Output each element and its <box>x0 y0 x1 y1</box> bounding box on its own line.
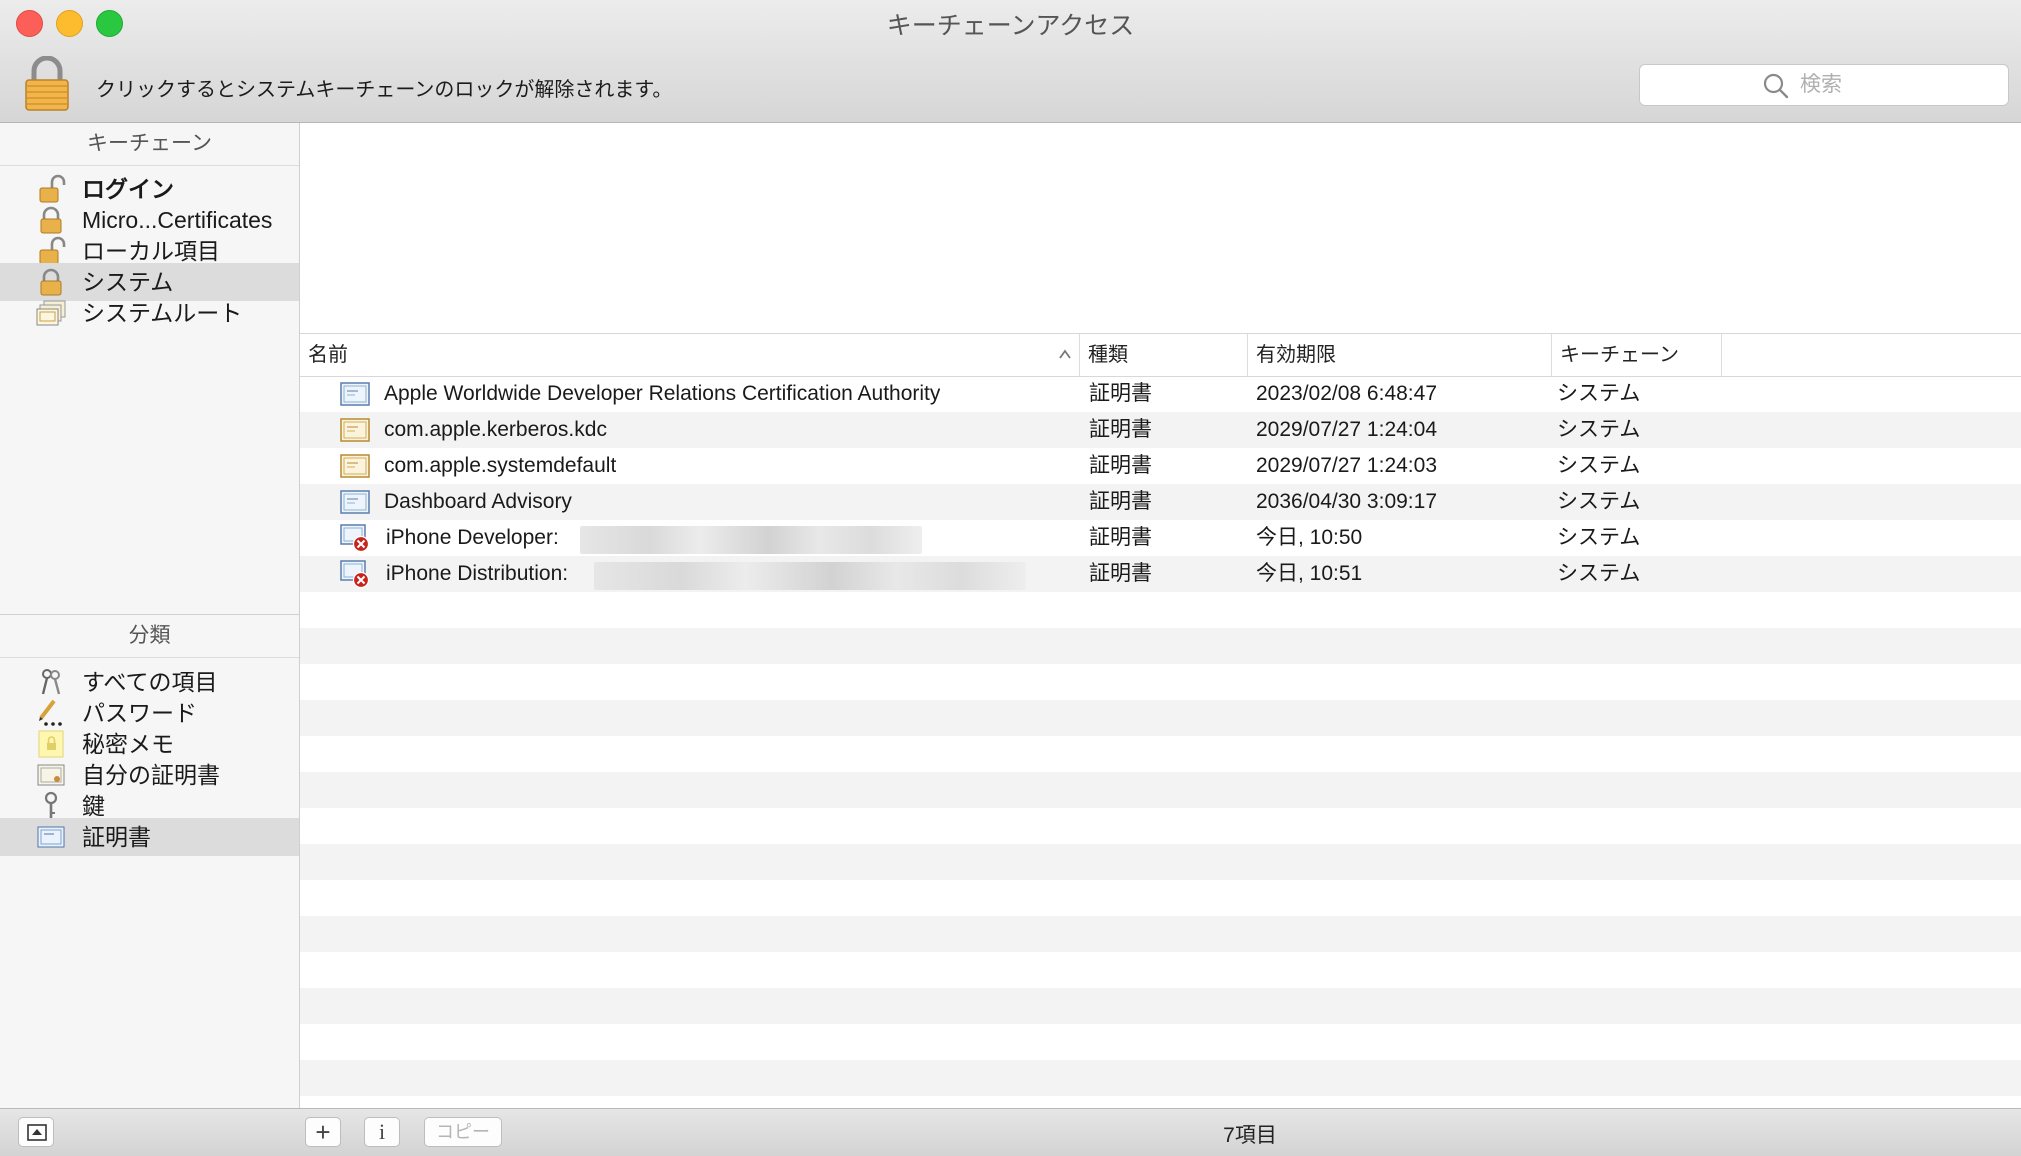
cell-kind: 証明書 <box>1089 418 1152 441</box>
toggle-sidebar-button[interactable] <box>18 1117 54 1147</box>
certificate-blue-icon <box>340 488 370 516</box>
empty-row <box>300 988 2021 1024</box>
unlocked-padlock-icon <box>36 236 66 266</box>
empty-row <box>300 592 2021 628</box>
empty-row <box>300 880 2021 916</box>
sidebar-toggle-icon <box>27 1124 47 1141</box>
key-icon <box>36 791 66 821</box>
cell-name: com.apple.systemdefault <box>384 454 617 477</box>
empty-row <box>300 736 2021 772</box>
table-row[interactable]: Apple Worldwide Developer Relations Cert… <box>300 376 2021 412</box>
add-item-button[interactable]: + <box>305 1117 341 1147</box>
item-count: 7項目 <box>1223 1124 1277 1147</box>
padlock-icon <box>36 205 66 235</box>
certificate-preview-area <box>300 123 2021 332</box>
empty-row <box>300 664 2021 700</box>
cell-name: com.apple.kerberos.kdc <box>384 418 607 441</box>
column-header-expires[interactable]: 有効期限 <box>1248 334 1552 376</box>
cell-kind: 証明書 <box>1089 454 1152 477</box>
redacted-name <box>594 562 1026 590</box>
certificate-stack-icon <box>36 298 66 328</box>
cell-expires: 2023/02/08 6:48:47 <box>1256 382 1438 405</box>
column-label: 名前 <box>308 344 348 366</box>
cell-name: iPhone Distribution: <box>386 562 569 585</box>
sidebar-item[interactable]: 証明書 <box>0 818 299 856</box>
cell-expires: 今日, 10:50 <box>1256 526 1363 549</box>
search-icon <box>1763 73 1789 99</box>
empty-row <box>300 808 2021 844</box>
cell-keychain: システム <box>1557 526 1641 549</box>
table-row[interactable]: Dashboard Advisory 証明書 2036/04/30 3:09:17 シ… <box>300 484 2021 520</box>
padlock-icon <box>36 267 66 297</box>
empty-row <box>300 700 2021 736</box>
redacted-name <box>580 526 922 554</box>
unlocked-padlock-icon <box>36 174 66 204</box>
empty-row <box>300 844 2021 880</box>
table-header: 名前 種類 有効期限 キーチェーン <box>300 333 2021 377</box>
category-header: 分類 <box>0 615 299 658</box>
table-row[interactable]: iPhone Developer: 証明書 今日, 10:50 システム <box>300 520 2021 556</box>
certificate-table: Apple Worldwide Developer Relations Cert… <box>300 376 2021 1108</box>
certificate-blue-icon <box>340 380 370 408</box>
title-toolbar: キーチェーンアクセス クリックするとシステムキーチェーンのロックが解除されます。 <box>0 0 2021 123</box>
cell-kind: 証明書 <box>1089 562 1152 585</box>
cell-expires: 今日, 10:51 <box>1256 562 1363 585</box>
empty-row <box>300 1060 2021 1096</box>
cell-kind: 証明書 <box>1089 382 1152 405</box>
certificate-gold-icon <box>340 416 370 444</box>
cell-keychain: システム <box>1557 490 1641 513</box>
cell-keychain: システム <box>1557 382 1641 405</box>
cell-name: Dashboard Advisory <box>384 490 572 513</box>
empty-row <box>300 916 2021 952</box>
search-field[interactable] <box>1639 64 2009 106</box>
table-row[interactable]: com.apple.kerberos.kdc 証明書 2029/07/27 1:24… <box>300 412 2021 448</box>
padlock-icon[interactable] <box>24 56 70 112</box>
table-row[interactable]: com.apple.systemdefault 証明書 2029/07/27 1:2… <box>300 448 2021 484</box>
certificate-gold-icon <box>340 452 370 480</box>
empty-row <box>300 1096 2021 1108</box>
keychains-header: キーチェーン <box>0 123 299 166</box>
keys-icon <box>36 667 66 697</box>
secure-note-icon <box>36 729 66 759</box>
window-title: キーチェーンアクセス <box>886 12 1135 40</box>
copy-button[interactable]: コピー <box>424 1117 502 1147</box>
lock-message[interactable]: クリックするとシステムキーチェーンのロックが解除されます。 <box>96 73 672 102</box>
sidebar: キーチェーン ログイン Micro...Certificates ローカル項目 システ… <box>0 123 300 1108</box>
bottom-bar: + i コピー 7項目 <box>0 1108 2021 1156</box>
cell-name: iPhone Developer: <box>386 526 559 549</box>
cell-keychain: システム <box>1557 454 1641 477</box>
cell-kind: 証明書 <box>1089 490 1152 513</box>
empty-row <box>300 772 2021 808</box>
empty-row <box>300 628 2021 664</box>
sidebar-item-label: システムルート <box>82 300 243 326</box>
keychain-access-window: キーチェーンアクセス クリックするとシステムキーチェーンのロックが解除されます。… <box>0 0 2021 1156</box>
column-header-kind[interactable]: 種類 <box>1080 334 1248 376</box>
certificate-invalid-icon <box>340 560 370 589</box>
cell-expires: 2029/07/27 1:24:03 <box>1256 454 1438 477</box>
cell-keychain: システム <box>1557 418 1641 441</box>
cell-expires: 2036/04/30 3:09:17 <box>1256 490 1438 513</box>
column-header-keychain[interactable]: キーチェーン <box>1552 334 1722 376</box>
info-button[interactable]: i <box>364 1117 400 1147</box>
column-header-name[interactable]: 名前 <box>300 334 1080 376</box>
table-row[interactable]: iPhone Distribution: 証明書 今日, 10:51 システム <box>300 556 2021 592</box>
sidebar-item[interactable]: システムルート <box>0 294 299 332</box>
my-certificate-icon <box>36 760 66 790</box>
cell-keychain: システム <box>1557 562 1641 585</box>
certificate-icon <box>36 822 66 852</box>
cell-name: Apple Worldwide Developer Relations Cert… <box>384 382 941 405</box>
cell-expires: 2029/07/27 1:24:04 <box>1256 418 1438 441</box>
cell-kind: 証明書 <box>1089 526 1152 549</box>
search-input[interactable] <box>1798 69 2002 101</box>
certificate-invalid-icon <box>340 524 370 553</box>
empty-row <box>300 952 2021 988</box>
sidebar-item-label: 証明書 <box>82 824 151 850</box>
empty-row <box>300 1024 2021 1060</box>
sort-ascending-icon <box>1059 349 1071 359</box>
password-pencil-icon <box>36 698 66 728</box>
